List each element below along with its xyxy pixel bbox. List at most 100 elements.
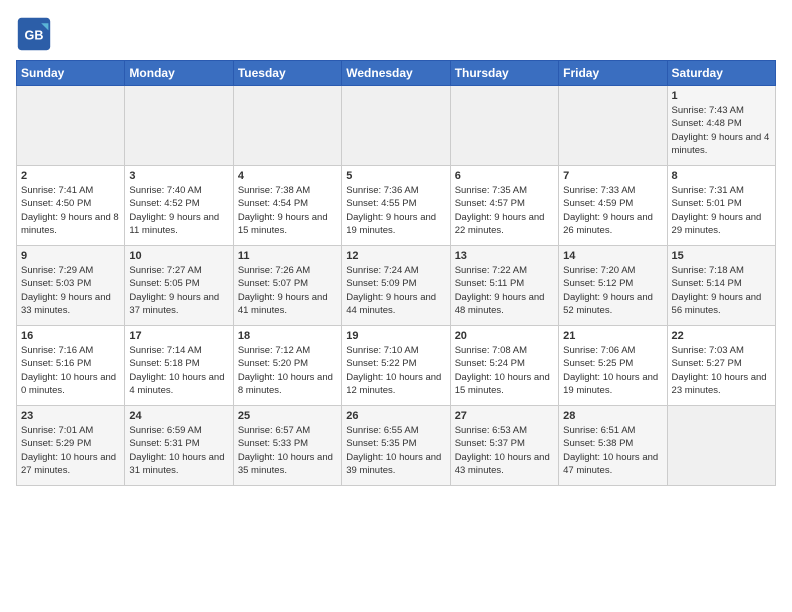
calendar-cell: 20 Sunrise: 7:08 AM Sunset: 5:24 PM Dayl… [450,326,558,406]
sunrise-label: Sunrise: 6:59 AM [129,425,201,436]
day-info: Sunrise: 7:29 AM Sunset: 5:03 PM Dayligh… [21,264,120,317]
calendar-cell: 27 Sunrise: 6:53 AM Sunset: 5:37 PM Dayl… [450,406,558,486]
calendar-cell: 14 Sunrise: 7:20 AM Sunset: 5:12 PM Dayl… [559,246,667,326]
calendar-cell [559,86,667,166]
day-number: 16 [21,330,120,342]
daylight-label: Daylight: 10 hours and 8 minutes. [238,372,333,396]
logo-icon: GB [16,16,52,52]
sunrise-label: Sunrise: 7:12 AM [238,345,310,356]
day-info: Sunrise: 7:20 AM Sunset: 5:12 PM Dayligh… [563,264,662,317]
sunrise-label: Sunrise: 7:16 AM [21,345,93,356]
header-friday: Friday [559,61,667,86]
sunrise-label: Sunrise: 7:10 AM [346,345,418,356]
daylight-label: Daylight: 9 hours and 22 minutes. [455,212,545,236]
day-number: 21 [563,330,662,342]
daylight-label: Daylight: 10 hours and 35 minutes. [238,452,333,476]
sunset-label: Sunset: 5:25 PM [563,358,633,369]
calendar-cell: 13 Sunrise: 7:22 AM Sunset: 5:11 PM Dayl… [450,246,558,326]
sunrise-label: Sunrise: 7:18 AM [672,265,744,276]
day-info: Sunrise: 7:36 AM Sunset: 4:55 PM Dayligh… [346,184,445,237]
daylight-label: Daylight: 9 hours and 15 minutes. [238,212,328,236]
sunset-label: Sunset: 5:22 PM [346,358,416,369]
calendar-cell: 8 Sunrise: 7:31 AM Sunset: 5:01 PM Dayli… [667,166,775,246]
sunset-label: Sunset: 5:29 PM [21,438,91,449]
daylight-label: Daylight: 10 hours and 4 minutes. [129,372,224,396]
day-number: 20 [455,330,554,342]
day-number: 25 [238,410,337,422]
header-thursday: Thursday [450,61,558,86]
day-info: Sunrise: 7:38 AM Sunset: 4:54 PM Dayligh… [238,184,337,237]
page-header: GB [16,16,776,52]
sunrise-label: Sunrise: 7:08 AM [455,345,527,356]
day-info: Sunrise: 6:53 AM Sunset: 5:37 PM Dayligh… [455,424,554,477]
calendar-cell: 2 Sunrise: 7:41 AM Sunset: 4:50 PM Dayli… [17,166,125,246]
calendar-cell: 18 Sunrise: 7:12 AM Sunset: 5:20 PM Dayl… [233,326,341,406]
daylight-label: Daylight: 9 hours and 4 minutes. [672,132,770,156]
daylight-label: Daylight: 9 hours and 48 minutes. [455,292,545,316]
daylight-label: Daylight: 9 hours and 8 minutes. [21,212,119,236]
day-number: 8 [672,170,771,182]
day-info: Sunrise: 6:59 AM Sunset: 5:31 PM Dayligh… [129,424,228,477]
day-number: 19 [346,330,445,342]
day-number: 2 [21,170,120,182]
daylight-label: Daylight: 9 hours and 52 minutes. [563,292,653,316]
day-number: 18 [238,330,337,342]
logo: GB [16,16,54,52]
daylight-label: Daylight: 10 hours and 12 minutes. [346,372,441,396]
sunset-label: Sunset: 5:05 PM [129,278,199,289]
day-info: Sunrise: 7:01 AM Sunset: 5:29 PM Dayligh… [21,424,120,477]
day-number: 3 [129,170,228,182]
sunrise-label: Sunrise: 7:43 AM [672,105,744,116]
day-info: Sunrise: 7:43 AM Sunset: 4:48 PM Dayligh… [672,104,771,157]
day-number: 4 [238,170,337,182]
header-saturday: Saturday [667,61,775,86]
sunrise-label: Sunrise: 7:20 AM [563,265,635,276]
sunrise-label: Sunrise: 7:14 AM [129,345,201,356]
day-info: Sunrise: 7:14 AM Sunset: 5:18 PM Dayligh… [129,344,228,397]
sunrise-label: Sunrise: 7:31 AM [672,185,744,196]
sunset-label: Sunset: 5:11 PM [455,278,525,289]
sunrise-label: Sunrise: 7:29 AM [21,265,93,276]
day-info: Sunrise: 7:03 AM Sunset: 5:27 PM Dayligh… [672,344,771,397]
sunset-label: Sunset: 5:03 PM [21,278,91,289]
sunset-label: Sunset: 5:31 PM [129,438,199,449]
header-monday: Monday [125,61,233,86]
calendar-cell: 9 Sunrise: 7:29 AM Sunset: 5:03 PM Dayli… [17,246,125,326]
daylight-label: Daylight: 9 hours and 26 minutes. [563,212,653,236]
day-number: 22 [672,330,771,342]
day-number: 26 [346,410,445,422]
day-info: Sunrise: 7:33 AM Sunset: 4:59 PM Dayligh… [563,184,662,237]
header-wednesday: Wednesday [342,61,450,86]
calendar-cell: 26 Sunrise: 6:55 AM Sunset: 5:35 PM Dayl… [342,406,450,486]
calendar-cell: 10 Sunrise: 7:27 AM Sunset: 5:05 PM Dayl… [125,246,233,326]
day-number: 15 [672,250,771,262]
sunrise-label: Sunrise: 7:27 AM [129,265,201,276]
calendar-cell: 21 Sunrise: 7:06 AM Sunset: 5:25 PM Dayl… [559,326,667,406]
calendar-cell: 5 Sunrise: 7:36 AM Sunset: 4:55 PM Dayli… [342,166,450,246]
sunrise-label: Sunrise: 7:35 AM [455,185,527,196]
week-row-2: 9 Sunrise: 7:29 AM Sunset: 5:03 PM Dayli… [17,246,776,326]
day-number: 27 [455,410,554,422]
sunset-label: Sunset: 4:54 PM [238,198,308,209]
sunset-label: Sunset: 4:50 PM [21,198,91,209]
header-tuesday: Tuesday [233,61,341,86]
sunset-label: Sunset: 4:55 PM [346,198,416,209]
calendar-cell: 1 Sunrise: 7:43 AM Sunset: 4:48 PM Dayli… [667,86,775,166]
calendar-cell: 4 Sunrise: 7:38 AM Sunset: 4:54 PM Dayli… [233,166,341,246]
week-row-3: 16 Sunrise: 7:16 AM Sunset: 5:16 PM Dayl… [17,326,776,406]
calendar-cell: 24 Sunrise: 6:59 AM Sunset: 5:31 PM Dayl… [125,406,233,486]
calendar-cell: 6 Sunrise: 7:35 AM Sunset: 4:57 PM Dayli… [450,166,558,246]
calendar-cell: 11 Sunrise: 7:26 AM Sunset: 5:07 PM Dayl… [233,246,341,326]
day-number: 7 [563,170,662,182]
day-number: 12 [346,250,445,262]
sunset-label: Sunset: 5:07 PM [238,278,308,289]
calendar-table: SundayMondayTuesdayWednesdayThursdayFrid… [16,60,776,486]
sunrise-label: Sunrise: 7:06 AM [563,345,635,356]
sunrise-label: Sunrise: 7:24 AM [346,265,418,276]
sunset-label: Sunset: 5:16 PM [21,358,91,369]
calendar-cell [17,86,125,166]
calendar-cell: 15 Sunrise: 7:18 AM Sunset: 5:14 PM Dayl… [667,246,775,326]
calendar-cell [342,86,450,166]
daylight-label: Daylight: 9 hours and 33 minutes. [21,292,111,316]
day-info: Sunrise: 7:26 AM Sunset: 5:07 PM Dayligh… [238,264,337,317]
